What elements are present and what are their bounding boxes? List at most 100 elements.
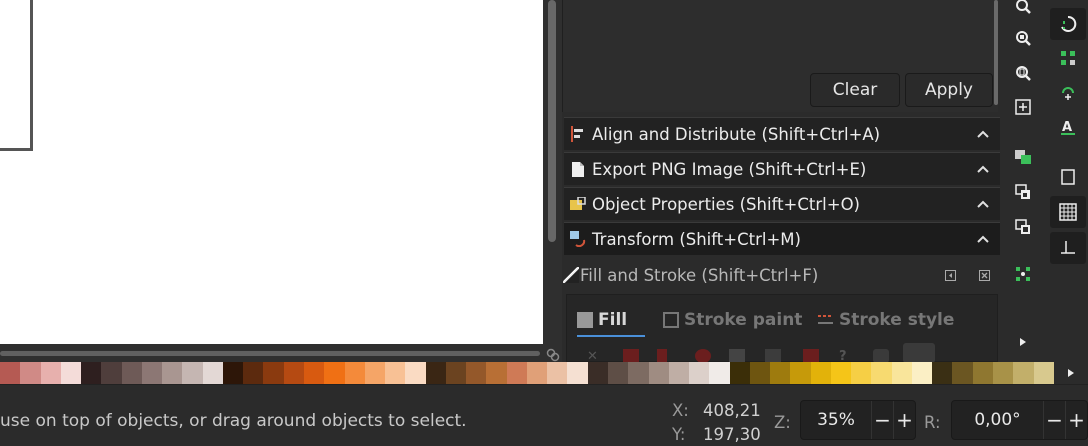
chevron-up-icon[interactable] <box>966 235 1000 243</box>
palette-swatch[interactable] <box>993 362 1014 384</box>
zoom-minus-button[interactable]: − <box>871 401 893 439</box>
palette-swatch[interactable] <box>749 362 771 384</box>
zoom-drawing-icon[interactable] <box>1008 24 1038 52</box>
chevron-up-icon[interactable] <box>966 130 1000 138</box>
palette-swatch[interactable] <box>364 362 386 384</box>
palette-swatch[interactable] <box>526 362 548 384</box>
rotate-value[interactable]: 0,00° <box>952 410 1043 430</box>
dock-object-properties[interactable]: Object Properties (Shift+Ctrl+O) <box>564 187 1000 220</box>
palette-swatch[interactable] <box>972 362 994 384</box>
zoom-spinbox[interactable]: 35% − + <box>800 400 916 440</box>
palette-swatch[interactable] <box>1033 362 1054 384</box>
palette-swatch[interactable] <box>952 362 973 384</box>
palette-swatch[interactable] <box>121 362 142 384</box>
swatch-icon[interactable] <box>803 349 819 363</box>
no-paint-icon[interactable]: ✕ <box>587 349 603 364</box>
mesh-gradient-icon[interactable] <box>729 349 745 363</box>
dock-transform[interactable]: Transform (Shift+Ctrl+M) <box>564 222 1000 255</box>
palette-swatch[interactable] <box>182 362 203 384</box>
palette-swatch[interactable] <box>0 362 21 384</box>
palette-swatch[interactable] <box>20 362 41 384</box>
snap-path-icon[interactable] <box>1053 79 1083 107</box>
palette-menu-icon[interactable] <box>1054 362 1088 384</box>
palette-swatch[interactable] <box>567 362 588 384</box>
dock-export-png[interactable]: Export PNG Image (Shift+Ctrl+E) <box>564 152 1000 185</box>
palette-swatch[interactable] <box>1013 362 1034 384</box>
snap-grid-points-icon[interactable] <box>1053 44 1083 72</box>
unset-paint-icon[interactable]: ? <box>839 349 855 364</box>
apply-button[interactable]: Apply <box>905 73 993 107</box>
nonzero-icon[interactable] <box>903 343 935 363</box>
zoom-page-icon[interactable] <box>1008 59 1038 87</box>
canvas-horizontal-scrollbar[interactable] <box>0 351 540 356</box>
palette-swatch[interactable] <box>932 362 953 384</box>
tab-stroke-style[interactable]: Stroke style <box>817 305 954 335</box>
palette-swatch[interactable] <box>222 362 244 384</box>
palette-swatch[interactable] <box>141 362 163 384</box>
chevron-up-icon[interactable] <box>966 165 1000 173</box>
palette-swatch[interactable] <box>202 362 223 384</box>
palette-swatch[interactable] <box>689 362 710 384</box>
rotate-minus-button[interactable]: − <box>1043 401 1065 439</box>
palette-swatch[interactable] <box>709 362 730 384</box>
linear-gradient-icon[interactable] <box>657 349 667 363</box>
palette-swatch[interactable] <box>486 362 507 384</box>
palette-swatch[interactable] <box>263 362 284 384</box>
snap-others-icon[interactable] <box>1008 213 1038 241</box>
palette-swatch[interactable] <box>81 362 102 384</box>
dock-left-icon[interactable] <box>934 269 966 281</box>
palette-swatch[interactable] <box>729 362 750 384</box>
canvas-vertical-scrollbar[interactable] <box>548 0 556 242</box>
palette-swatch[interactable] <box>425 362 446 384</box>
palette-swatch[interactable] <box>770 362 791 384</box>
snap-text-baseline-icon[interactable]: A <box>1053 113 1083 141</box>
dock-align-distribute[interactable]: Align and Distribute (Shift+Ctrl+A) <box>564 117 1000 150</box>
palette-swatch[interactable] <box>607 362 629 384</box>
snap-guides-icon[interactable] <box>1050 232 1086 264</box>
palette-swatch[interactable] <box>283 362 304 384</box>
palette-swatch[interactable] <box>851 362 872 384</box>
toolbar-overflow-icon[interactable] <box>1008 328 1038 356</box>
palette-swatch[interactable] <box>790 362 811 384</box>
palette-swatch[interactable] <box>648 362 669 384</box>
palette-swatch[interactable] <box>871 362 892 384</box>
palette-swatch[interactable] <box>445 362 467 384</box>
tab-stroke-paint[interactable]: Stroke paint <box>663 305 802 335</box>
palette-swatch[interactable] <box>668 362 690 384</box>
snap-grids-icon[interactable] <box>1050 196 1086 228</box>
palette-swatch[interactable] <box>547 362 568 384</box>
palette-swatch[interactable] <box>628 362 649 384</box>
palette-swatch[interactable] <box>344 362 365 384</box>
zoom-center-icon[interactable] <box>1008 93 1038 121</box>
palette-swatch[interactable] <box>506 362 527 384</box>
lock-guides-icon[interactable] <box>546 347 560 362</box>
snap-toggle-icon[interactable] <box>1050 8 1086 40</box>
palette-swatch[interactable] <box>911 362 933 384</box>
rotate-plus-button[interactable]: + <box>1065 401 1087 439</box>
palette-swatch[interactable] <box>162 362 183 384</box>
zoom-plus-button[interactable]: + <box>893 401 915 439</box>
palette-swatch[interactable] <box>303 362 325 384</box>
palette-swatch[interactable] <box>40 362 61 384</box>
palette-swatch[interactable] <box>101 362 122 384</box>
zoom-value[interactable]: 35% <box>801 410 871 430</box>
snap-centers-icon[interactable] <box>1008 260 1038 288</box>
snap-bbox-icon[interactable] <box>1008 143 1038 171</box>
rotate-spinbox[interactable]: 0,00° − + <box>951 400 1088 440</box>
flat-color-icon[interactable] <box>623 349 639 363</box>
snap-page-border-icon[interactable] <box>1053 163 1083 191</box>
palette-swatch[interactable] <box>324 362 345 384</box>
chevron-up-icon[interactable] <box>966 200 1000 208</box>
palette-swatch[interactable] <box>243 362 264 384</box>
palette-swatch[interactable] <box>385 362 406 384</box>
canvas-page[interactable] <box>0 0 543 344</box>
close-icon[interactable] <box>966 269 1002 281</box>
zoom-selection-icon[interactable] <box>1008 0 1038 20</box>
palette-swatch[interactable] <box>466 362 487 384</box>
pattern-icon[interactable] <box>765 349 781 363</box>
palette-swatch[interactable] <box>810 362 831 384</box>
clear-button[interactable]: Clear <box>810 73 900 107</box>
palette-swatch[interactable] <box>587 362 608 384</box>
tab-fill[interactable]: Fill <box>577 305 645 337</box>
palette-swatch[interactable] <box>891 362 912 384</box>
